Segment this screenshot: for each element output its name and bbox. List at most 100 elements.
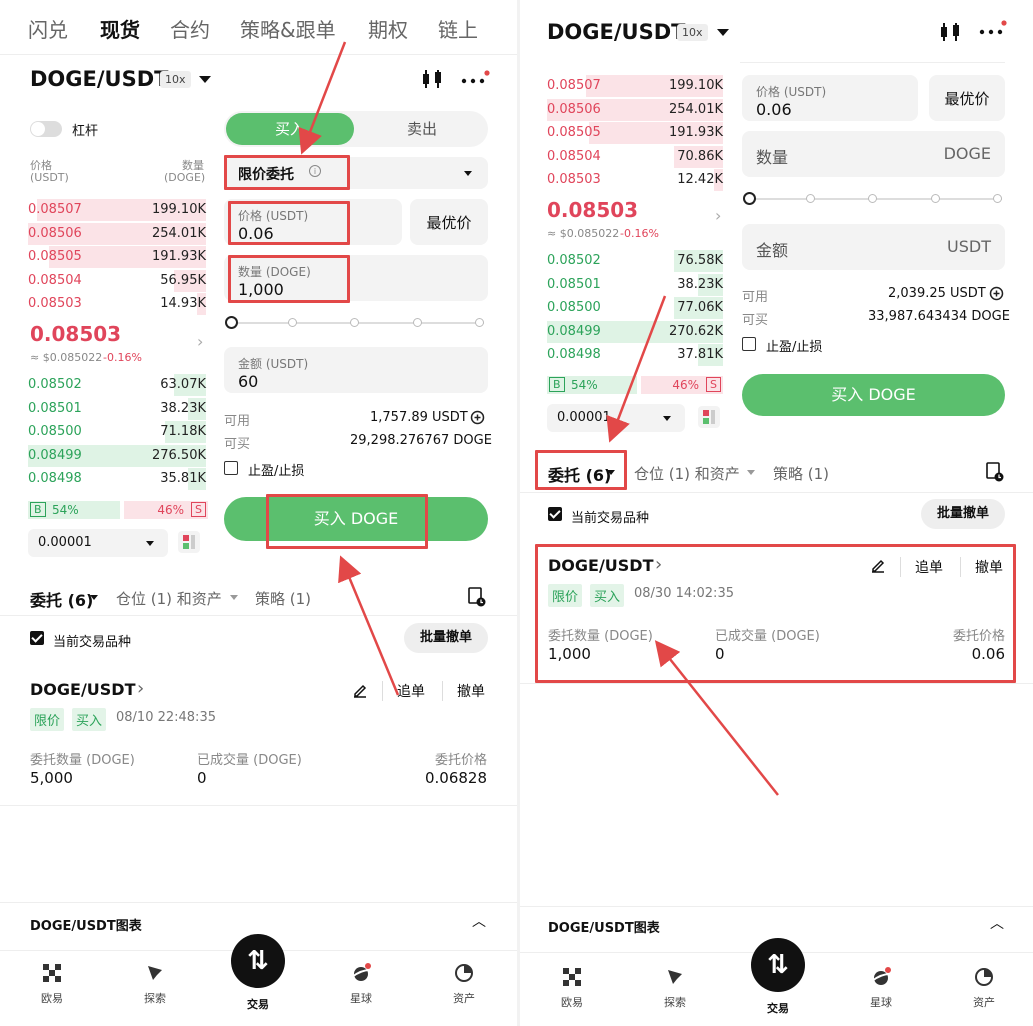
bid-row[interactable]: 0.08502 63.07K — [28, 374, 206, 396]
current-pair-checkbox[interactable] — [548, 507, 562, 521]
tab-spot[interactable]: 现货 — [100, 14, 140, 43]
tab-strategy-orders[interactable]: 策略 (1) — [255, 588, 311, 609]
nav-planet[interactable]: 星球 — [851, 966, 911, 1010]
ask-row[interactable]: 0.08506 254.01K — [547, 98, 723, 121]
current-pair-checkbox[interactable] — [30, 631, 44, 645]
nav-trade[interactable]: ⇅ 交易 — [228, 934, 288, 1012]
chevron-right-icon[interactable]: › — [715, 206, 721, 225]
ask-row[interactable]: 0.08503 14.93K — [28, 293, 206, 315]
order-history-icon[interactable] — [985, 461, 1005, 483]
price-input[interactable]: 价格 (USDT) 0.06 — [224, 199, 402, 245]
order-pair[interactable]: DOGE/USDT — [548, 556, 654, 575]
cancel-order-button[interactable]: 撤单 — [960, 557, 1003, 577]
bid-row[interactable]: 0.08501 38.23K — [547, 273, 723, 296]
amount-slider[interactable] — [742, 190, 1005, 206]
ask-row[interactable]: 0.08505 191.93K — [547, 122, 723, 144]
nav-explore[interactable]: 探索 — [125, 962, 185, 1006]
chase-order-button[interactable]: 追单 — [900, 557, 943, 577]
order-pair[interactable]: DOGE/USDT — [30, 680, 136, 699]
bid-row[interactable]: 0.08501 38.23K — [28, 397, 206, 420]
bid-row[interactable]: 0.08498 35.81K — [28, 468, 206, 490]
edit-icon[interactable] — [352, 682, 368, 698]
chevron-right-icon[interactable]: › — [197, 332, 203, 351]
bid-row[interactable]: 0.08502 76.58K — [547, 250, 723, 272]
order-history-icon[interactable] — [467, 586, 487, 608]
pair-title[interactable]: DOGE/USDT — [547, 20, 685, 44]
pair-dropdown-icon[interactable] — [717, 29, 729, 36]
tab-onchain[interactable]: 链上 — [438, 14, 478, 43]
quantity-input[interactable]: 数量 DOGE — [742, 131, 1005, 177]
positions-dropdown-icon[interactable] — [747, 470, 755, 475]
trade-icon[interactable]: ⇅ — [231, 934, 285, 988]
depth-mode-icon[interactable] — [178, 531, 200, 553]
buy-doge-button[interactable]: 买入 DOGE — [742, 374, 1005, 416]
tab-strategy[interactable]: 策略&跟单 — [240, 14, 336, 43]
nav-planet[interactable]: 星球 — [331, 962, 391, 1006]
tpsl-checkbox[interactable] — [742, 337, 756, 351]
nav-okx-logo[interactable]: 欧易 — [22, 962, 82, 1006]
ask-row[interactable]: 0.08504 56.95K — [28, 269, 206, 292]
ask-row[interactable]: 0.08507 199.10K — [547, 75, 723, 97]
nav-okx-logo[interactable]: 欧易 — [542, 966, 602, 1010]
orders-dropdown-icon[interactable] — [607, 470, 615, 475]
sell-tab[interactable]: 卖出 — [358, 113, 486, 145]
tpsl-checkbox[interactable] — [224, 461, 238, 475]
more-icon[interactable] — [460, 70, 490, 90]
ask-row[interactable]: 0.08507 199.10K — [28, 199, 206, 221]
candlestick-icon[interactable] — [420, 67, 444, 91]
chevron-right-icon[interactable]: › — [655, 554, 662, 575]
ask-row[interactable]: 0.08506 254.01K — [28, 222, 206, 245]
pair-title[interactable]: DOGE/USDT — [30, 67, 168, 91]
depth-mode-icon[interactable] — [698, 406, 720, 428]
bid-row[interactable]: 0.08500 77.06K — [547, 297, 723, 319]
cancel-order-button[interactable]: 撤单 — [442, 681, 485, 701]
tab-orders[interactable]: 委托 (6) — [30, 587, 93, 611]
chase-order-button[interactable]: 追单 — [382, 681, 425, 701]
nav-trade[interactable]: ⇅ 交易 — [748, 938, 808, 1016]
tab-orders[interactable]: 委托 (6) — [548, 462, 611, 486]
nav-assets[interactable]: 资产 — [434, 962, 494, 1006]
batch-cancel-button[interactable]: 批量撤单 — [921, 499, 1005, 529]
best-price-button[interactable]: 最优价 — [929, 75, 1005, 121]
margin-toggle[interactable] — [30, 121, 62, 137]
tab-strategy-orders[interactable]: 策略 (1) — [773, 463, 829, 484]
precision-select[interactable]: 0.00001 — [547, 404, 685, 432]
bid-row[interactable]: 0.08500 71.18K — [28, 421, 206, 443]
amount-slider[interactable] — [224, 314, 488, 330]
order-type-tag: 限价 — [548, 584, 583, 607]
ask-row[interactable]: 0.08503 12.42K — [547, 169, 723, 191]
pair-dropdown-icon[interactable] — [199, 76, 211, 83]
amount-input[interactable]: 金额 (USDT) 60 — [224, 347, 488, 393]
add-circle-icon[interactable] — [989, 286, 1004, 301]
batch-cancel-button[interactable]: 批量撤单 — [404, 623, 488, 653]
positions-dropdown-icon[interactable] — [230, 595, 238, 600]
tab-positions[interactable]: 仓位 (1) 和资产 — [116, 588, 222, 609]
edit-icon[interactable] — [870, 557, 886, 573]
ask-row[interactable]: 0.08504 70.86K — [547, 145, 723, 168]
amount-input[interactable]: 金额 USDT — [742, 224, 1005, 270]
nav-assets[interactable]: 资产 — [954, 966, 1014, 1010]
buy-doge-button[interactable]: 买入 DOGE — [224, 497, 488, 541]
orders-dropdown-icon[interactable] — [90, 595, 98, 600]
tab-flash-swap[interactable]: 闪兑 — [28, 14, 68, 43]
buy-tab[interactable]: 买入 — [226, 113, 354, 145]
tab-positions[interactable]: 仓位 (1) 和资产 — [634, 463, 740, 484]
tab-options[interactable]: 期权 — [368, 14, 408, 43]
candlestick-icon[interactable] — [938, 20, 962, 44]
precision-select[interactable]: 0.00001 — [28, 529, 168, 557]
nav-explore[interactable]: 探索 — [645, 966, 705, 1010]
order-type-select[interactable]: 限价委托 i — [224, 157, 488, 189]
quantity-input[interactable]: 数量 (DOGE) 1,000 — [224, 255, 488, 301]
bid-row[interactable]: 0.08498 37.81K — [547, 344, 723, 366]
chevron-up-icon: ︿ — [990, 916, 1004, 932]
chevron-right-icon[interactable]: › — [137, 678, 144, 699]
add-circle-icon[interactable] — [470, 410, 485, 425]
more-icon[interactable] — [978, 20, 1008, 40]
best-price-button[interactable]: 最优价 — [410, 199, 488, 245]
ask-row[interactable]: 0.08505 191.93K — [28, 246, 206, 268]
bid-row[interactable]: 0.08499 276.50K — [28, 444, 206, 467]
trade-icon[interactable]: ⇅ — [751, 938, 805, 992]
price-input[interactable]: 价格 (USDT) 0.06 — [742, 75, 918, 121]
bid-row[interactable]: 0.08499 270.62K — [547, 320, 723, 343]
tab-futures[interactable]: 合约 — [170, 14, 210, 43]
